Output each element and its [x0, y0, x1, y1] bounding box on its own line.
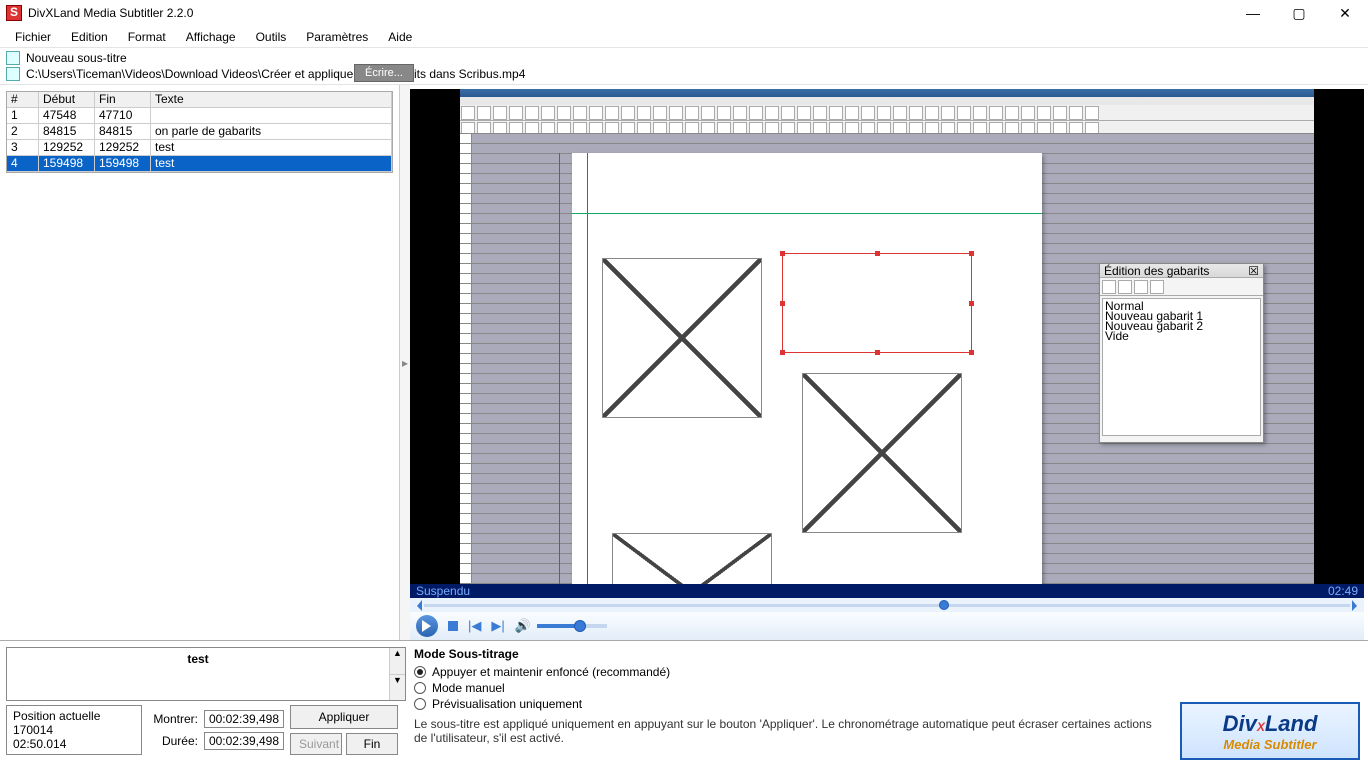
- subtitle-table[interactable]: #DébutFinTexte1475484771028481584815on p…: [6, 91, 393, 173]
- menu-format[interactable]: Format: [119, 28, 175, 46]
- menu-fichier[interactable]: Fichier: [6, 28, 60, 46]
- mode-radio[interactable]: Appuyer et maintenir enfoncé (recommandé…: [414, 665, 1362, 679]
- position-label: Position actuelle: [13, 709, 135, 723]
- editor-pane: test ▲ ▼ Position actuelle 170014 02:50.…: [0, 640, 1368, 768]
- subtitle-list-pane: #DébutFinTexte1475484771028481584815on p…: [0, 85, 400, 640]
- minimize-button[interactable]: —: [1230, 0, 1276, 26]
- menu-affichage[interactable]: Affichage: [177, 28, 245, 46]
- video-status: Suspendu: [416, 584, 470, 598]
- show-label: Montrer:: [148, 712, 198, 726]
- subtitle-file-icon: [6, 51, 20, 65]
- table-row[interactable]: 4159498159498test: [7, 156, 392, 172]
- filebar: Nouveau sous-titre C:\Users\Ticeman\Vide…: [0, 48, 1368, 85]
- volume-icon[interactable]: 🔊: [515, 618, 531, 634]
- menu-paramètres[interactable]: Paramètres: [297, 28, 377, 46]
- prev-button[interactable]: |◀: [468, 618, 481, 634]
- table-row[interactable]: 28481584815on parle de gabarits: [7, 124, 392, 140]
- scroll-up-icon[interactable]: ▲: [390, 648, 405, 675]
- player-controls: |◀ ▶| 🔊: [410, 612, 1364, 640]
- show-time-input[interactable]: [204, 710, 284, 728]
- menu-aide[interactable]: Aide: [379, 28, 421, 46]
- col-header[interactable]: Fin: [95, 92, 151, 108]
- video-duration: 02:49: [1328, 584, 1358, 598]
- video-path: C:\Users\Ticeman\Videos\Download Videos\…: [26, 67, 525, 81]
- table-row[interactable]: 3129252129252test: [7, 140, 392, 156]
- app-title: DivXLand Media Subtitler 2.2.0: [28, 6, 1230, 20]
- video-pane: Édition des gabarits☒ NormalNouveau gaba…: [410, 85, 1368, 640]
- seek-bar[interactable]: [410, 598, 1364, 612]
- total-duration: 02:50.014: [13, 737, 135, 751]
- titlebar: DivXLand Media Subtitler 2.2.0 — ▢ ✕: [0, 0, 1368, 26]
- panel-title: Édition des gabarits: [1104, 264, 1209, 278]
- new-subtitle-label: Nouveau sous-titre: [26, 51, 127, 65]
- apply-button[interactable]: Appliquer: [290, 705, 398, 729]
- mode-description: Le sous-titre est appliqué uniquement en…: [414, 717, 1154, 745]
- scribus-page: [572, 153, 1042, 598]
- stop-button[interactable]: [448, 621, 458, 631]
- seek-end-icon[interactable]: [1352, 600, 1362, 611]
- brand-logo: DivXLand Media Subtitler: [1180, 702, 1360, 760]
- duration-input[interactable]: [204, 732, 284, 750]
- col-header[interactable]: #: [7, 92, 39, 108]
- video-preview[interactable]: Édition des gabarits☒ NormalNouveau gaba…: [410, 89, 1364, 598]
- splitter[interactable]: ▸: [400, 85, 410, 640]
- close-button[interactable]: ✕: [1322, 0, 1368, 26]
- menubar: FichierEditionFormatAffichageOutilsParam…: [0, 26, 1368, 48]
- end-button[interactable]: Fin: [346, 733, 398, 755]
- col-header[interactable]: Texte: [151, 92, 392, 108]
- write-hint-overlay: Écrire...: [354, 64, 414, 82]
- menu-outils[interactable]: Outils: [247, 28, 296, 46]
- next-subtitle-button[interactable]: Suivant: [290, 733, 342, 755]
- video-file-icon: [6, 67, 20, 81]
- play-button[interactable]: [416, 615, 438, 637]
- volume-slider[interactable]: [537, 624, 607, 628]
- col-header[interactable]: Début: [39, 92, 95, 108]
- table-row[interactable]: 14754847710: [7, 108, 392, 124]
- maximize-button[interactable]: ▢: [1276, 0, 1322, 26]
- position-value: 170014: [13, 723, 135, 737]
- next-button[interactable]: ▶|: [491, 618, 504, 634]
- scribus-templates-panel: Édition des gabarits☒ NormalNouveau gaba…: [1099, 263, 1264, 443]
- position-box: Position actuelle 170014 02:50.014: [6, 705, 142, 755]
- scroll-down-icon[interactable]: ▼: [390, 675, 405, 701]
- menu-edition[interactable]: Edition: [62, 28, 117, 46]
- panel-close-icon: ☒: [1248, 264, 1259, 278]
- app-icon: [6, 5, 22, 21]
- subtitle-text-input[interactable]: test: [7, 648, 389, 700]
- mode-radio[interactable]: Mode manuel: [414, 681, 1362, 695]
- seek-start-icon[interactable]: [412, 600, 422, 611]
- duration-label: Durée:: [148, 734, 198, 748]
- mode-title: Mode Sous-titrage: [414, 647, 1362, 661]
